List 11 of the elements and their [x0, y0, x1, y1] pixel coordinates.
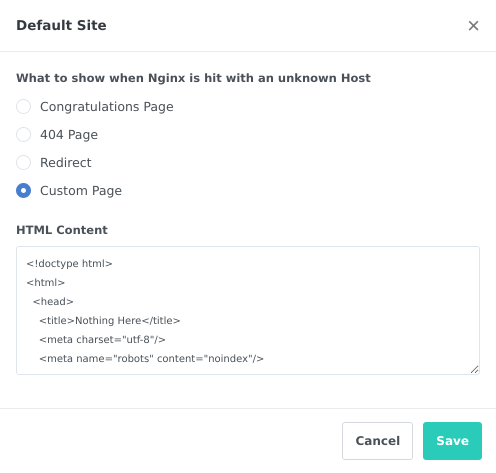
option-label[interactable]: 404 Page: [40, 126, 98, 142]
question-label: What to show when Nginx is hit with an unknown Host: [16, 71, 372, 85]
option-label[interactable]: Congratulations Page: [40, 98, 174, 114]
dialog-title: Default Site: [16, 18, 107, 34]
close-button[interactable]: ×: [467, 14, 480, 36]
option-label[interactable]: Custom Page: [40, 182, 122, 198]
option-label[interactable]: Redirect: [40, 154, 92, 170]
cancel-button[interactable]: Cancel: [342, 422, 414, 460]
html-content-label: HTML Content: [16, 223, 109, 237]
html-content-field[interactable]: <!doctype html> <html> <head> <title>Nothing Here</title> <meta charset="utf-8"/> <meta name="robots" content="noindex"/>: [16, 246, 480, 375]
radio-button[interactable]: [16, 182, 31, 198]
